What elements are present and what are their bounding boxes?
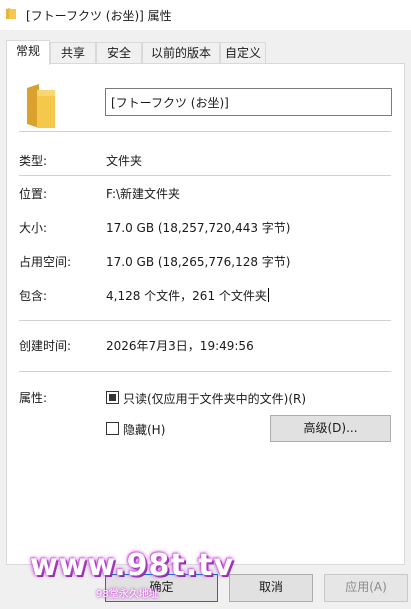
tab-previous-versions[interactable]: 以前的版本 [142,42,220,64]
hidden-label[interactable]: 隐藏(H) [123,421,165,438]
contains-label: 包含: [19,289,48,303]
folder-icon [6,8,16,19]
text-cursor [267,288,269,302]
folder-name-input[interactable] [105,88,392,116]
cancel-button[interactable]: 取消 [229,574,313,602]
size-on-disk-value: 17.0 GB (18,265,776,128 字节) [106,255,291,269]
divider [19,175,391,176]
size-label: 大小: [19,221,48,235]
type-value: 文件夹 [106,154,143,168]
hidden-checkbox[interactable] [106,422,119,435]
created-value: 2026年7月3日，19:49:56 [106,339,254,353]
apply-button[interactable]: 应用(A) [324,574,408,602]
general-panel: 类型: 文件夹 位置: F:\新建文件夹 大小: 17.0 GB (18,257… [6,63,405,565]
location-value: F:\新建文件夹 [106,187,181,201]
window-title: [フトーフクツ (お坐)] 属性 [26,9,172,23]
created-label: 创建时间: [19,339,72,353]
attributes-label: 属性: [19,391,48,405]
size-on-disk-label: 占用空间: [19,255,72,269]
size-value: 17.0 GB (18,257,720,443 字节) [106,221,291,235]
divider [19,371,391,372]
divider [19,131,391,132]
tab-customize[interactable]: 自定义 [220,42,266,64]
contains-value: 4,128 个文件，261 个文件夹 [106,288,269,303]
title-bar: [フトーフクツ (お坐)] 属性 [0,0,411,30]
divider [19,320,391,321]
type-label: 类型: [19,154,48,168]
location-label: 位置: [19,187,48,201]
advanced-button[interactable]: 高级(D)... [270,415,391,442]
folder-icon [27,84,55,128]
tab-sharing[interactable]: 共享 [50,42,96,64]
tab-security[interactable]: 安全 [96,42,142,64]
ok-button[interactable]: 确定 [105,574,218,602]
readonly-checkbox[interactable] [106,391,119,404]
readonly-label[interactable]: 只读(仅应用于文件夹中的文件)(R) [123,390,306,407]
tab-general[interactable]: 常规 [6,40,50,65]
